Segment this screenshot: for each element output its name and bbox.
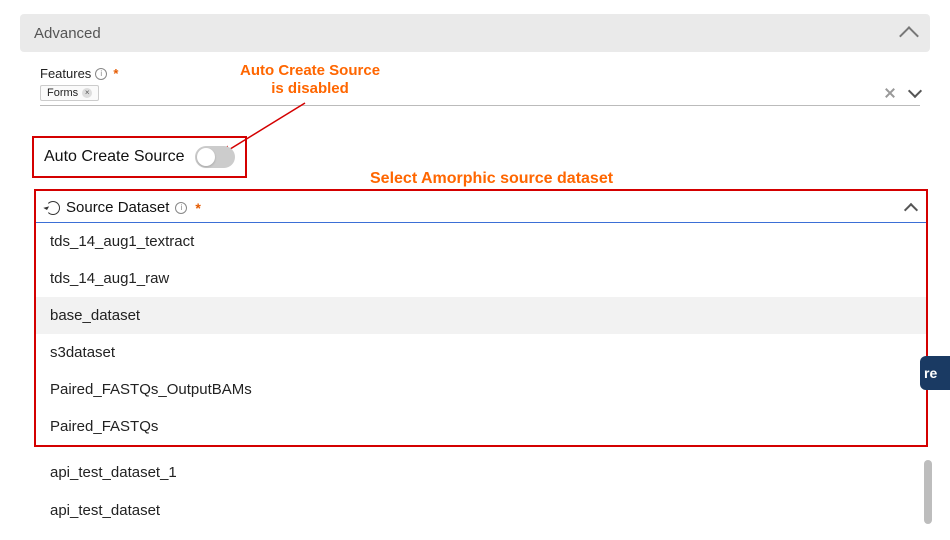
source-dataset-option[interactable]: base_dataset — [36, 297, 926, 334]
auto-create-source-label: Auto Create Source — [44, 148, 185, 166]
info-icon[interactable]: i — [95, 68, 107, 80]
source-dataset-options-overflow: api_test_dataset_1api_test_dataset — [36, 453, 926, 529]
annotation-auto-create-disabled: Auto Create Source is disabled — [240, 62, 380, 98]
auto-create-source-toggle[interactable] — [195, 146, 235, 168]
scrollbar[interactable] — [924, 460, 932, 524]
source-dataset-option[interactable]: s3dataset — [36, 334, 926, 371]
toggle-knob — [197, 148, 215, 166]
clear-icon[interactable] — [884, 87, 896, 99]
source-dataset-dropdown: Source Dataset i * tds_14_aug1_textractt… — [34, 189, 928, 447]
features-label: Features i * — [40, 66, 920, 81]
source-dataset-option[interactable]: Paired_FASTQs — [36, 408, 926, 445]
chevron-down-icon[interactable] — [908, 84, 922, 98]
source-dataset-option[interactable]: tds_14_aug1_raw — [36, 260, 926, 297]
refresh-icon[interactable] — [46, 201, 60, 215]
side-tab[interactable]: re — [920, 356, 950, 390]
source-dataset-label: Source Dataset — [66, 199, 169, 216]
info-icon[interactable]: i — [175, 202, 187, 214]
chevron-up-icon — [899, 26, 919, 46]
advanced-panel-header[interactable]: Advanced — [20, 14, 930, 52]
advanced-label: Advanced — [34, 25, 101, 42]
source-dataset-option[interactable]: api_test_dataset — [36, 491, 926, 529]
annotation-select-source: Select Amorphic source dataset — [370, 170, 613, 188]
source-dataset-option[interactable]: tds_14_aug1_textract — [36, 223, 926, 260]
close-icon[interactable]: × — [82, 88, 92, 98]
chevron-up-icon[interactable] — [904, 202, 918, 216]
feature-chip-forms[interactable]: Forms × — [40, 85, 99, 101]
source-dataset-option[interactable]: Paired_FASTQs_OutputBAMs — [36, 371, 926, 408]
source-dataset-options: tds_14_aug1_textracttds_14_aug1_rawbase_… — [36, 223, 926, 445]
auto-create-source-row: Auto Create Source — [32, 136, 247, 178]
source-dataset-header[interactable]: Source Dataset i * — [36, 191, 926, 223]
required-star: * — [195, 200, 200, 216]
required-star: * — [113, 66, 118, 81]
features-field: Features i * Forms × — [40, 66, 920, 106]
source-dataset-option[interactable]: api_test_dataset_1 — [36, 453, 926, 491]
features-multiselect[interactable]: Forms × — [40, 85, 920, 106]
